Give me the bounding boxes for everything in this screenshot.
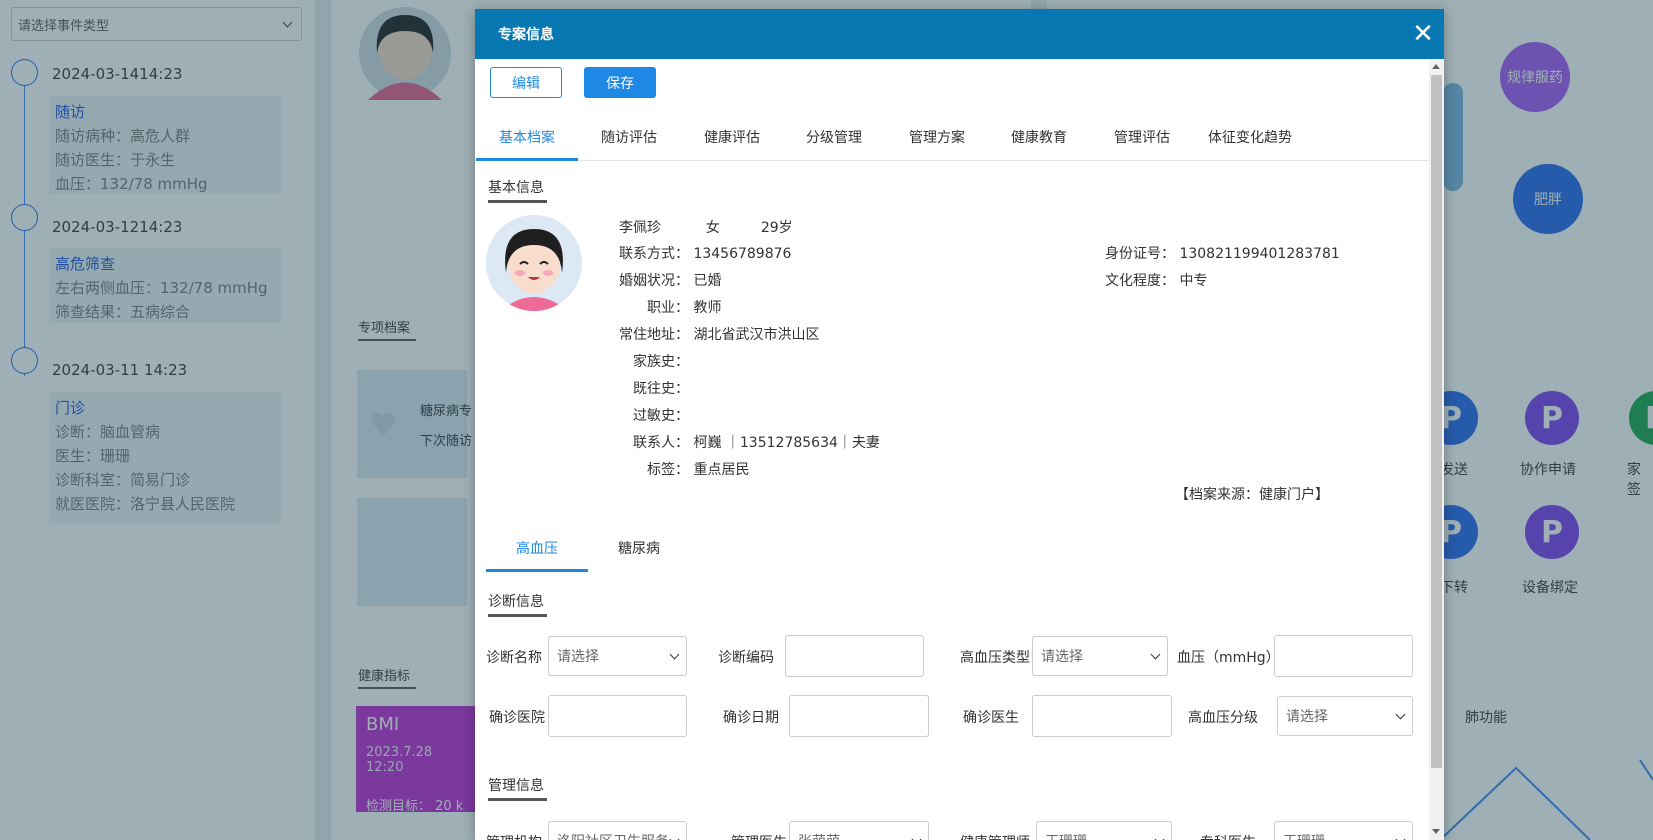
diagnosis-name-select[interactable]: 请选择: [548, 636, 687, 676]
save-button[interactable]: 保存: [584, 67, 656, 98]
emergency-contact-label: 联系人：: [633, 435, 689, 451]
diagnosis-name-select-value: 请选择: [557, 649, 599, 665]
scroll-up-icon[interactable]: [1432, 64, 1440, 69]
marital-value: 已婚: [693, 273, 722, 289]
edit-button[interactable]: 编辑: [490, 67, 562, 98]
tab-management-plan[interactable]: 管理方案: [892, 119, 982, 161]
blood-pressure-label: 血压（mmHg）: [1177, 650, 1280, 666]
confirm-date-label: 确诊日期: [723, 710, 779, 726]
tab-health-education[interactable]: 健康教育: [994, 119, 1084, 161]
address-row: 常住地址： 湖北省武汉市洪山区: [619, 324, 819, 344]
modal-header: 专案信息 ✕: [475, 9, 1444, 59]
family-history-row: 家族史：: [619, 351, 689, 371]
hypertension-type-select[interactable]: 请选择: [1032, 636, 1168, 676]
health-manager-select[interactable]: 王珊珊: [1036, 821, 1172, 840]
chevron-down-icon: [911, 834, 922, 840]
job-label: 职业：: [647, 300, 689, 316]
emergency-contact-row: 联系人： 柯巍 ｜13512785634｜夫妻: [619, 432, 880, 452]
family-history-label: 家族史：: [633, 354, 689, 370]
tab-hypertension[interactable]: 高血压: [486, 530, 588, 572]
hypertension-type-select-value: 请选择: [1041, 649, 1083, 665]
chevron-down-icon: [1395, 709, 1406, 719]
chevron-down-icon: [1150, 649, 1161, 659]
scroll-down-icon[interactable]: [1432, 829, 1440, 834]
management-org-select-value: 洛阳社区卫生服务: [557, 831, 667, 840]
modal-body: 编辑 保存 基本档案 随访评估 健康评估 分级管理 管理方案 健康教育 管理评估…: [475, 59, 1429, 840]
contact-row: 联系方式： 13456789876: [619, 243, 791, 263]
management-org-label: 管理机构: [486, 832, 542, 840]
management-doctor-label: 管理医生: [731, 832, 787, 840]
education-label: 文化程度：: [1105, 273, 1175, 289]
profile-header: 李佩珍 女 29岁: [619, 217, 793, 237]
diagnosis-code-label: 诊断编码: [718, 650, 774, 666]
tag-row: 标签： 重点居民: [619, 459, 749, 479]
diagnosis-name-label: 诊断名称: [486, 650, 542, 666]
confirm-hospital-input[interactable]: [548, 695, 687, 737]
job-value: 教师: [693, 300, 722, 316]
hypertension-grade-label: 高血压分级: [1188, 710, 1258, 726]
tab-diabetes[interactable]: 糖尿病: [588, 530, 690, 572]
management-doctor-select-value: 张萌萌: [798, 831, 840, 840]
hypertension-grade-select[interactable]: 请选择: [1277, 696, 1413, 736]
modal-title: 专案信息: [498, 27, 554, 43]
education-row: 文化程度： 中专: [1105, 270, 1207, 290]
close-icon[interactable]: ✕: [1410, 21, 1436, 47]
patient-gender: 女: [705, 220, 720, 236]
tab-management-evaluation[interactable]: 管理评估: [1097, 119, 1187, 161]
past-history-row: 既往史：: [619, 378, 689, 398]
tag-value: 重点居民: [693, 462, 750, 478]
chevron-down-icon: [1154, 834, 1165, 840]
record-source: 【档案来源：健康门户】: [1175, 487, 1329, 503]
modal-scrollbar[interactable]: [1429, 59, 1444, 840]
allergy-row: 过敏史：: [619, 405, 689, 425]
blood-pressure-input[interactable]: [1274, 635, 1413, 677]
chevron-down-icon: [669, 649, 680, 659]
health-manager-label: 健康管理师: [960, 832, 1030, 840]
health-manager-select-value: 王珊珊: [1045, 831, 1087, 840]
scrollbar-thumb[interactable]: [1431, 75, 1442, 768]
chevron-down-icon: [669, 834, 680, 840]
specialist-select-value: 王珊珊: [1283, 831, 1325, 840]
hypertension-type-label: 高血压类型: [960, 650, 1030, 666]
specialist-select[interactable]: 王珊珊: [1274, 821, 1413, 840]
patient-age: 29岁: [760, 220, 793, 236]
address-value: 湖北省武汉市洪山区: [693, 327, 820, 343]
confirm-date-input[interactable]: [789, 695, 929, 737]
chevron-down-icon: [1395, 834, 1406, 840]
job-row: 职业： 教师: [619, 297, 721, 317]
tab-vital-trend[interactable]: 体征变化趋势: [1191, 119, 1309, 161]
diagnosis-info-title: 诊断信息: [488, 591, 547, 617]
management-info-title: 管理信息: [488, 775, 547, 801]
management-org-select[interactable]: 洛阳社区卫生服务: [548, 821, 687, 840]
hypertension-grade-select-value: 请选择: [1286, 709, 1328, 725]
tab-basic-record[interactable]: 基本档案: [476, 119, 578, 161]
emergency-contact-value: 柯巍 ｜13512785634｜夫妻: [693, 435, 880, 451]
main-tabs: 基本档案 随访评估 健康评估 分级管理 管理方案 健康教育 管理评估 体征变化趋…: [475, 119, 1429, 161]
marital-label: 婚姻状况：: [619, 273, 689, 289]
contact-value: 13456789876: [693, 246, 792, 262]
specialist-label: 专科医生: [1200, 832, 1256, 840]
tab-health-assessment[interactable]: 健康评估: [687, 119, 777, 161]
marital-row: 婚姻状况： 已婚: [619, 270, 721, 290]
id-number-value: 130821199401283781: [1179, 246, 1340, 262]
confirm-doctor-input[interactable]: [1032, 695, 1172, 737]
allergy-label: 过敏史：: [633, 408, 689, 424]
basic-info-title: 基本信息: [488, 177, 547, 203]
past-history-label: 既往史：: [633, 381, 689, 397]
confirm-hospital-label: 确诊医院: [489, 710, 545, 726]
diagnosis-code-input[interactable]: [785, 635, 924, 677]
confirm-doctor-label: 确诊医生: [963, 710, 1019, 726]
case-info-modal: 专案信息 ✕ 编辑 保存 基本档案 随访评估 健康评估 分级管理 管理方案 健康…: [475, 9, 1444, 840]
tab-grading-management[interactable]: 分级管理: [789, 119, 879, 161]
address-label: 常住地址：: [619, 327, 689, 343]
education-value: 中专: [1179, 273, 1208, 289]
management-doctor-select[interactable]: 张萌萌: [789, 821, 929, 840]
tab-followup-assessment[interactable]: 随访评估: [584, 119, 674, 161]
contact-label: 联系方式：: [619, 246, 689, 262]
patient-avatar: [486, 215, 582, 311]
id-number-row: 身份证号： 130821199401283781: [1105, 243, 1340, 263]
id-number-label: 身份证号：: [1105, 246, 1175, 262]
tag-label: 标签：: [647, 462, 689, 478]
patient-name: 李佩珍: [619, 220, 661, 236]
